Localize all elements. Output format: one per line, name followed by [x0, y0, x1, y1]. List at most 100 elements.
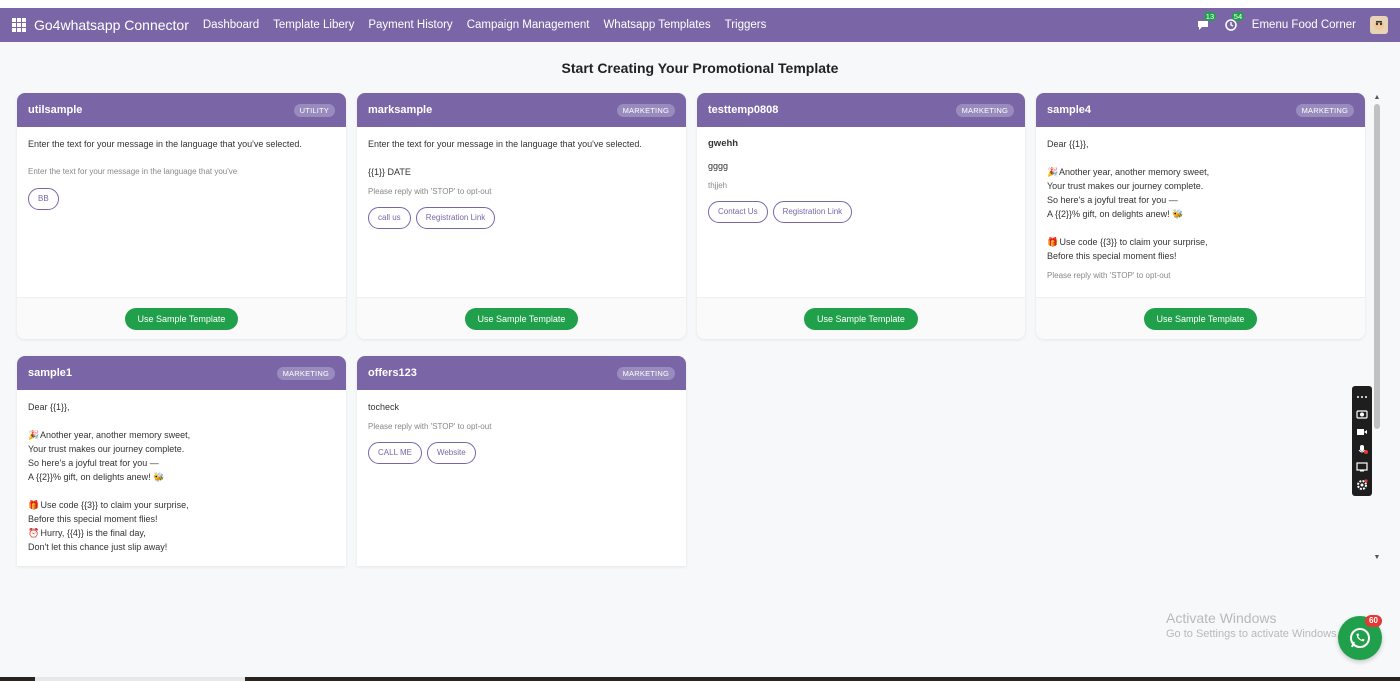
page-title: Start Creating Your Promotional Template [561, 60, 839, 76]
company-switcher[interactable]: Emenu Food Corner [1252, 19, 1356, 31]
bee-icon: 🐝 [153, 472, 165, 482]
message-body: tocheck [368, 402, 400, 412]
use-sample-template-button[interactable]: Use Sample Template [124, 307, 239, 330]
card-header: offers123 MARKETING [357, 356, 686, 390]
message-body: gggg [708, 161, 729, 171]
top-strip [0, 0, 1400, 8]
button-row: CALL ME Website [368, 442, 675, 464]
verse-line: Hurry, {{4}} is the final day, [40, 528, 146, 538]
whatsapp-unread-badge: 60 [1365, 615, 1382, 627]
category-badge: MARKETING [1295, 103, 1354, 117]
brand-name[interactable]: Go4whatsapp Connector [34, 17, 189, 33]
card-header: sample1 MARKETING [17, 356, 346, 390]
chat-icon[interactable]: 13 [1196, 12, 1217, 32]
watermark-subtitle: Go to Settings to activate Windows. [1166, 628, 1340, 640]
taskbar-edge [0, 677, 1400, 681]
camera-icon[interactable] [1355, 409, 1369, 420]
menu-whatsapp-templates[interactable]: Whatsapp Templates [603, 19, 710, 31]
settings-gear-icon[interactable] [1355, 479, 1369, 491]
category-badge: MARKETING [616, 366, 675, 380]
card-title: testtemp0808 [708, 104, 779, 116]
card-body: Dear {{1}}, 🎉 Another year, another memo… [17, 390, 346, 554]
screen-recorder-toolbar [1352, 386, 1372, 496]
menu-triggers[interactable]: Triggers [725, 19, 767, 31]
verse-line: So here's a joyful treat for you — [1047, 195, 1178, 205]
card-body: gwehh gggg thjjeh Contact Us Registratio… [697, 127, 1025, 223]
verse-line: Another year, another memory sweet, [40, 430, 191, 440]
watermark-title: Activate Windows [1166, 610, 1277, 626]
category-badge: MARKETING [616, 103, 675, 117]
main-menu: Dashboard Template Libery Payment Histor… [203, 19, 767, 31]
verse-line: Before this special moment flies! [1047, 251, 1177, 261]
use-sample-template-button[interactable]: Use Sample Template [1143, 307, 1258, 330]
card-header: testtemp0808 MARKETING [697, 93, 1025, 127]
navbar-right: 13 54 Emenu Food Corner [1196, 12, 1388, 34]
message-header: gwehh [708, 138, 739, 149]
template-card-offers123: offers123 MARKETING tocheck Please reply… [357, 356, 686, 566]
microphone-icon[interactable] [1355, 444, 1369, 455]
scroll-down-arrow-icon[interactable]: ▼ [1373, 554, 1381, 562]
card-header: utilsample UTILITY [17, 93, 346, 127]
category-badge: MARKETING [276, 366, 335, 380]
message-footer: Please reply with 'STOP' to opt-out [368, 422, 492, 431]
activate-windows-watermark: Activate Windows Go to Settings to activ… [1166, 610, 1340, 640]
template-button-registration-link[interactable]: Registration Link [415, 207, 496, 229]
bee-icon: 🐝 [1172, 209, 1184, 219]
scroll-up-arrow-icon[interactable]: ▲ [1373, 94, 1381, 102]
template-button-registration-link[interactable]: Registration Link [772, 201, 853, 223]
card-title: utilsample [28, 104, 83, 116]
message-footer: Enter the text for your message in the l… [28, 167, 238, 176]
verse-line: Use code {{3}} to claim your surprise, [1059, 237, 1208, 247]
taskbar-active-segment [35, 677, 245, 681]
card-header: sample4 MARKETING [1036, 93, 1365, 127]
activity-clock-icon[interactable]: 54 [1224, 12, 1245, 32]
card-body: Enter the text for your message in the l… [357, 127, 686, 229]
use-sample-template-button[interactable]: Use Sample Template [804, 307, 918, 330]
menu-campaign-management[interactable]: Campaign Management [467, 19, 590, 31]
navbar: Go4whatsapp Connector Dashboard Template… [0, 8, 1400, 42]
card-footer: Use Sample Template [357, 297, 686, 339]
template-button-call-me[interactable]: CALL ME [368, 442, 422, 464]
card-footer: Use Sample Template [1036, 297, 1365, 339]
verse-line: Your trust makes our journey complete. [1047, 181, 1204, 191]
video-camera-icon[interactable] [1355, 427, 1369, 438]
menu-template-libery[interactable]: Template Libery [273, 19, 354, 31]
card-title: marksample [368, 104, 433, 116]
activity-badge: 54 [1231, 12, 1245, 21]
template-card-sample4: sample4 MARKETING Dear {{1}}, 🎉 Another … [1036, 93, 1365, 339]
category-badge: MARKETING [955, 103, 1014, 117]
template-card-utilsample: utilsample UTILITY Enter the text for yo… [17, 93, 346, 339]
verse-line: Don't let this chance just slip away! [28, 542, 168, 552]
message-footer: Please reply with 'STOP' to opt-out [1047, 271, 1171, 280]
template-button-bb[interactable]: BB [28, 188, 59, 210]
message-footer: Please reply with 'STOP' to opt-out [368, 187, 492, 196]
gift-icon: 🎁 [1047, 237, 1059, 247]
category-badge: UTILITY [293, 103, 335, 117]
screen-share-icon[interactable] [1355, 462, 1369, 473]
menu-dashboard[interactable]: Dashboard [203, 19, 259, 31]
card-footer: Use Sample Template [17, 297, 346, 339]
message-verse: 🎉 Another year, another memory sweet, Yo… [1047, 165, 1354, 263]
message-greeting: Dear {{1}}, [1047, 139, 1089, 149]
template-button-contact-us[interactable]: Contact Us [708, 201, 768, 223]
alarm-clock-icon: ⏰ [28, 528, 40, 538]
card-title: sample4 [1047, 104, 1092, 116]
template-button-call-us[interactable]: call us [368, 207, 411, 229]
message-body: Enter the text for your message in the l… [28, 139, 302, 149]
verse-line: Another year, another memory sweet, [1059, 167, 1210, 177]
verse-line: A {{2}}% gift, on delights anew! [1047, 209, 1170, 219]
more-options-icon[interactable] [1355, 391, 1369, 402]
use-sample-template-button[interactable]: Use Sample Template [464, 307, 579, 330]
party-popper-icon: 🎉 [1047, 167, 1059, 177]
card-title: sample1 [28, 367, 73, 379]
party-popper-icon: 🎉 [28, 430, 40, 440]
apps-grid-icon[interactable] [12, 18, 26, 32]
scrollbar-thumb[interactable] [1374, 104, 1380, 429]
card-header: marksample MARKETING [357, 93, 686, 127]
user-avatar[interactable] [1370, 16, 1388, 34]
menu-payment-history[interactable]: Payment History [368, 19, 452, 31]
template-card-marksample: marksample MARKETING Enter the text for … [357, 93, 686, 339]
card-footer: Use Sample Template [697, 297, 1025, 339]
template-button-website[interactable]: Website [426, 442, 476, 464]
message-verse: 🎉 Another year, another memory sweet, Yo… [28, 428, 335, 554]
